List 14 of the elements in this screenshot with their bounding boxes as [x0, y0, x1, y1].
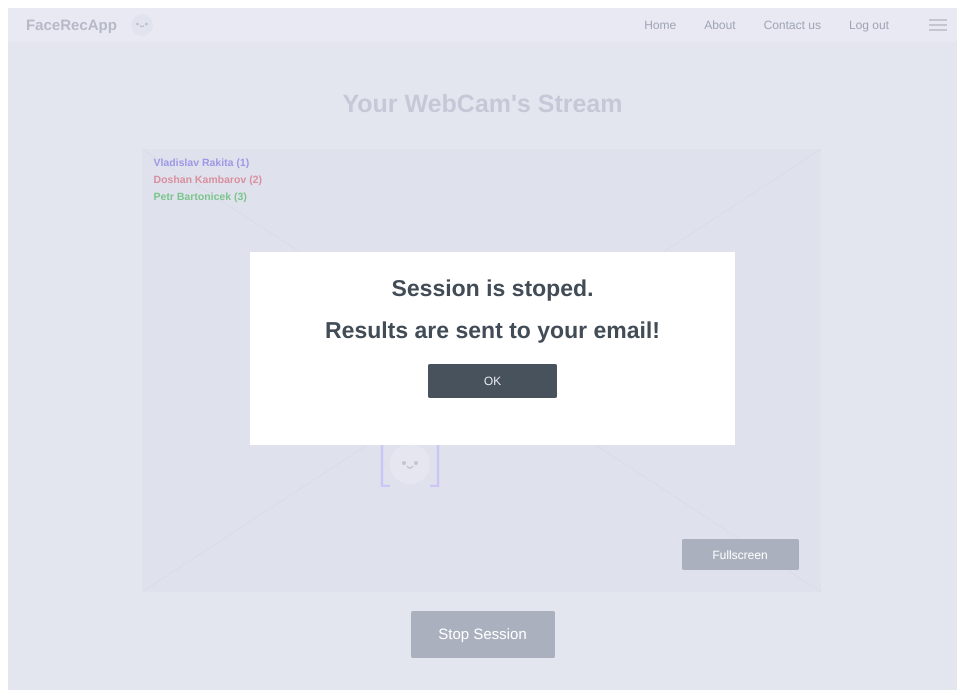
ok-button[interactable]: OK: [428, 364, 557, 398]
person-label: Vladislav Rakita (1): [154, 157, 250, 169]
dialog-message: Session is stoped.: [392, 274, 594, 302]
menu-icon[interactable]: [929, 19, 947, 31]
person-label: Doshan Kambarov (2): [154, 174, 262, 186]
dialog-message: Results are sent to your email!: [325, 316, 660, 344]
nav-link[interactable]: Contact us: [764, 18, 821, 32]
nav-link[interactable]: About: [704, 18, 736, 32]
person-label: Petr Bartonicek (3): [154, 191, 248, 203]
stop-session-button[interactable]: Stop Session: [410, 611, 554, 658]
smiley-icon: [130, 14, 153, 36]
nav-link[interactable]: Log out: [848, 18, 889, 32]
fullscreen-button[interactable]: Fullscreen: [682, 539, 798, 570]
nav-link[interactable]: Home: [644, 18, 676, 32]
